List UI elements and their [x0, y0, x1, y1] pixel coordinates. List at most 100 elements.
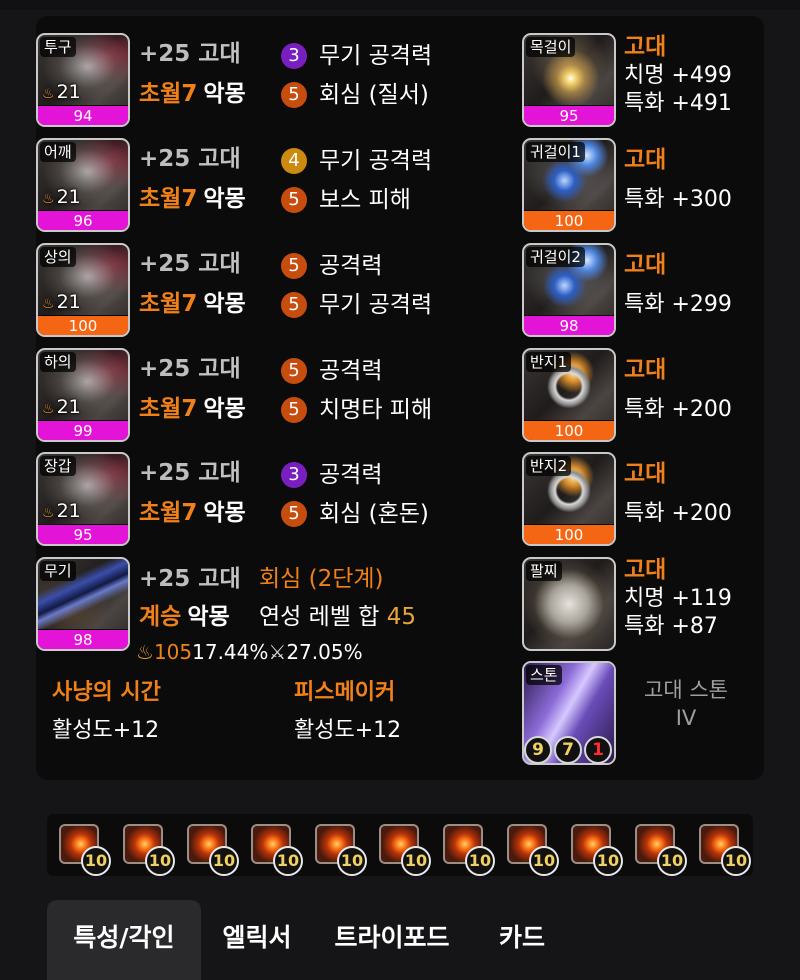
quality-bar: 100 — [38, 315, 128, 335]
elixir-set-name: 피스메이커 — [294, 680, 396, 705]
set-type: 악몽 — [203, 186, 246, 212]
gem[interactable]: 10 — [437, 824, 495, 876]
transcend-level-value: 21 — [56, 81, 81, 103]
enhance-level: +25 — [139, 146, 191, 172]
grade: 고대 — [198, 146, 241, 172]
effect-level-badge: 5 — [281, 253, 307, 279]
gem[interactable]: 10 — [693, 824, 751, 876]
gem[interactable]: 10 — [565, 824, 623, 876]
effect-name: 무기 공격력 — [319, 292, 433, 318]
flame-icon: ♨ — [42, 296, 55, 312]
sword-icon: ⚔ — [268, 640, 287, 664]
gem[interactable]: 10 — [245, 824, 303, 876]
gem-level: 10 — [657, 846, 687, 876]
gem-level: 10 — [465, 846, 495, 876]
elixir-total: 연성 레벨 합 45 — [259, 603, 416, 631]
accessory-stat: 특화 +200 — [624, 501, 732, 526]
elixir-set-value: 활성도+12 — [52, 718, 160, 743]
helmet-slot[interactable]: 투구 ♨ 21 94 — [36, 33, 130, 127]
gem-level: 10 — [273, 846, 303, 876]
elixir-label: 연성 레벨 합 — [259, 604, 380, 630]
shoulder-slot[interactable]: 어깨 ♨ 21 96 — [36, 138, 130, 232]
effect-level-badge: 3 — [281, 43, 307, 69]
accessory-stat: 특화 +200 — [624, 397, 732, 422]
stone-engraving-badge: 9 — [524, 736, 552, 764]
flame-icon: ♨ — [42, 505, 55, 521]
gloves-slot[interactable]: 장갑 ♨ 21 95 — [36, 452, 130, 546]
gem-level: 10 — [209, 846, 239, 876]
effect-name: 회심 (질서) — [319, 82, 429, 108]
quality-bar: 98 — [524, 315, 614, 335]
gem[interactable]: 10 — [629, 824, 687, 876]
necklace-slot[interactable]: 목걸이 95 — [522, 33, 616, 127]
slot-label: 팔찌 — [526, 561, 562, 581]
stone-tier: IV — [675, 706, 697, 730]
bracelet-slot[interactable]: 팔찌 — [522, 557, 616, 651]
tab-tripod[interactable]: 트라이포드 — [319, 900, 465, 980]
gem-tray: 10 10 10 10 10 10 10 10 10 10 10 — [47, 814, 753, 876]
accessory-stat: 특화 +491 — [624, 91, 732, 116]
slot-label: 하의 — [40, 352, 76, 372]
gem-level: 10 — [81, 846, 111, 876]
gem-level: 10 — [337, 846, 367, 876]
gem[interactable]: 10 — [373, 824, 431, 876]
slot-label: 어깨 — [40, 142, 76, 162]
gem-level: 10 — [145, 846, 175, 876]
accessory-stat: 치명 +499 — [624, 63, 732, 88]
elixir-set-value: 활성도+12 — [294, 718, 402, 743]
gem[interactable]: 10 — [501, 824, 559, 876]
gem-level: 10 — [721, 846, 751, 876]
effect-name: 보스 피해 — [319, 187, 411, 213]
effect-name: 회심 (혼돈) — [319, 501, 429, 527]
slot-label: 스톤 — [526, 665, 562, 685]
effect-level-badge: 5 — [281, 82, 307, 108]
set-type: 악몽 — [187, 604, 230, 630]
equipment-panel: 투구 ♨ 21 94 +25 고대 초월7 악몽 3 무기 공격력 5 회심 (질서… — [36, 16, 764, 780]
transcend-level-value: 21 — [56, 500, 81, 522]
transcend-level: ♨ 21 — [42, 500, 81, 524]
set-name: 초월7 — [139, 291, 198, 317]
tab-card[interactable]: 카드 — [479, 900, 565, 980]
transcend-level: ♨ 21 — [42, 81, 81, 105]
enhance-level: +25 — [139, 41, 191, 67]
stone-name: 고대 스톤 — [644, 678, 728, 702]
slot-label: 귀걸이2 — [526, 247, 585, 267]
flame-icon: ♨ — [42, 191, 55, 207]
quality-bar: 99 — [38, 420, 128, 440]
gem[interactable]: 10 — [309, 824, 367, 876]
accessory-stat: 특화 +87 — [624, 614, 718, 639]
effect-level-badge: 3 — [281, 462, 307, 488]
gem[interactable]: 10 — [53, 824, 111, 876]
earring2-slot[interactable]: 귀걸이2 98 — [522, 243, 616, 337]
effect-name: 치명타 피해 — [319, 397, 433, 423]
tab-elixir[interactable]: 엘릭서 — [205, 900, 309, 980]
gem[interactable]: 10 — [117, 824, 175, 876]
set-info: 초월7 악몽 — [139, 395, 246, 423]
set-info: 초월7 악몽 — [139, 185, 246, 213]
slot-label: 상의 — [40, 247, 76, 267]
set-type: 악몽 — [203, 81, 246, 107]
quality-bar: 96 — [38, 210, 128, 230]
chest-slot[interactable]: 상의 ♨ 21 100 — [36, 243, 130, 337]
tab-engravings[interactable]: 특성/각인 — [47, 900, 201, 980]
flame-icon: ♨ — [42, 86, 55, 102]
gem[interactable]: 10 — [181, 824, 239, 876]
weapon-stat-b: 27.05% — [286, 640, 363, 664]
earring1-slot[interactable]: 귀걸이1 100 — [522, 138, 616, 232]
quality-bar: 95 — [524, 105, 614, 125]
ring2-slot[interactable]: 반지2 100 — [522, 452, 616, 546]
enhance-level: +25 — [139, 251, 191, 277]
set-name: 계승 — [139, 604, 182, 630]
weapon-slot[interactable]: 무기 98 — [36, 557, 130, 651]
accessory-grade: 고대 — [624, 357, 667, 383]
ring1-slot[interactable]: 반지1 100 — [522, 348, 616, 442]
quality-bar: 95 — [38, 524, 128, 544]
quality-bar: 98 — [38, 629, 128, 649]
accessory-stat: 치명 +119 — [624, 586, 732, 611]
slot-label: 반지1 — [526, 352, 572, 372]
gem-level: 10 — [529, 846, 559, 876]
accessory-grade: 고대 — [624, 252, 667, 278]
set-name: 초월7 — [139, 81, 198, 107]
set-name: 초월7 — [139, 396, 198, 422]
pants-slot[interactable]: 하의 ♨ 21 99 — [36, 348, 130, 442]
